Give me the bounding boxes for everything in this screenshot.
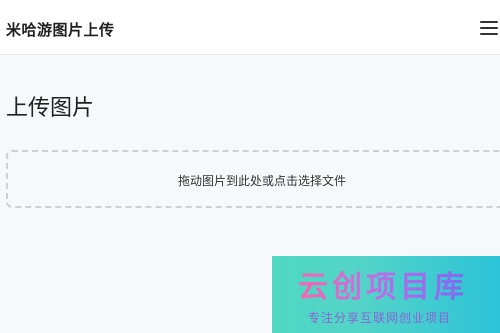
file-dropzone[interactable]: 拖动图片到此处或点击选择文件 xyxy=(6,150,500,208)
hamburger-menu-icon[interactable] xyxy=(478,21,500,37)
menu-bar-middle xyxy=(480,27,498,29)
menu-bar-bottom xyxy=(480,33,498,35)
page-title: 上传图片 xyxy=(6,96,95,121)
watermark-slogan: 专注分享互联网创业项目 xyxy=(308,311,452,325)
watermark-banner: 云创项目库 专注分享互联网创业项目 xyxy=(272,256,500,333)
dropzone-text: 拖动图片到此处或点击选择文件 xyxy=(177,174,346,188)
top-header: 米哈游图片上传 xyxy=(0,0,500,55)
app-title: 米哈游图片上传 xyxy=(6,21,115,39)
watermark-logo: 云创项目库 xyxy=(298,262,468,306)
menu-bar-top xyxy=(480,21,498,23)
